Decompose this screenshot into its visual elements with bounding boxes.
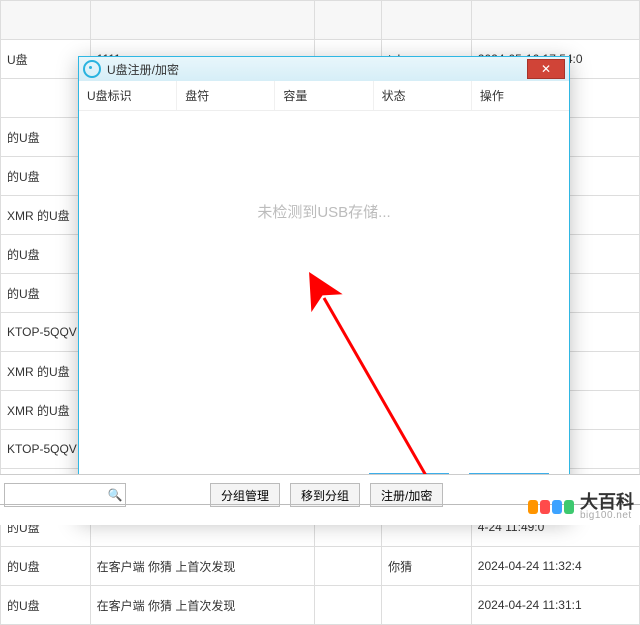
table-row[interactable]: 的U盘在客户端 你猜 上首次发现 你猜2024-04-24 11:32:4	[1, 547, 640, 586]
watermark-badge	[528, 500, 574, 514]
table-cell: 2024-04-24 11:31:1	[471, 586, 639, 625]
dialog-titlebar[interactable]: U盘注册/加密 ✕	[79, 57, 569, 81]
table-cell: 在客户端 你猜 上首次发现	[90, 547, 314, 586]
usb-register-dialog: U盘注册/加密 ✕ U盘标识 盘符 容量 状态 操作 未检测到USB存储... …	[78, 56, 570, 520]
table-cell: XMR 的U盘	[1, 391, 91, 430]
close-icon[interactable]: ✕	[527, 59, 565, 79]
app-icon	[83, 60, 101, 78]
empty-state-text: 未检测到USB存储...	[79, 111, 569, 461]
dialog-title: U盘注册/加密	[107, 61, 527, 78]
table-cell: KTOP-5QQV	[1, 430, 91, 469]
table-cell	[314, 586, 381, 625]
search-icon[interactable]: 🔍	[105, 488, 125, 502]
table-cell	[314, 547, 381, 586]
table-cell: 的U盘	[1, 547, 91, 586]
col-capacity: 容量	[275, 81, 373, 110]
table-cell: 你猜	[382, 547, 472, 586]
col-drive: 盘符	[177, 81, 275, 110]
table-cell: KTOP-5QQV	[1, 313, 91, 352]
col-action: 操作	[472, 81, 569, 110]
table-cell: 在客户端 你猜 上首次发现	[90, 586, 314, 625]
dialog-column-headers: U盘标识 盘符 容量 状态 操作	[79, 81, 569, 111]
watermark-text-en: big100.net	[580, 511, 634, 521]
col-status: 状态	[374, 81, 472, 110]
table-cell: U盘	[1, 40, 91, 79]
table-cell: 的U盘	[1, 157, 91, 196]
table-cell: 2024-04-24 11:32:4	[471, 547, 639, 586]
table-row[interactable]: 的U盘在客户端 你猜 上首次发现 2024-04-24 11:31:1	[1, 586, 640, 625]
table-cell: 的U盘	[1, 118, 91, 157]
col-usb-id: U盘标识	[79, 81, 177, 110]
table-cell: 的U盘	[1, 235, 91, 274]
watermark-text-cn: 大百科	[580, 493, 634, 511]
table-cell: 的U盘	[1, 274, 91, 313]
table-header-row	[1, 1, 640, 40]
table-cell	[382, 586, 472, 625]
table-cell: 的U盘	[1, 586, 91, 625]
search-input[interactable]	[5, 485, 105, 505]
watermark: 大百科 big100.net	[528, 493, 634, 521]
table-cell: XMR 的U盘	[1, 352, 91, 391]
table-cell: XMR 的U盘	[1, 196, 91, 235]
table-cell	[1, 79, 91, 118]
